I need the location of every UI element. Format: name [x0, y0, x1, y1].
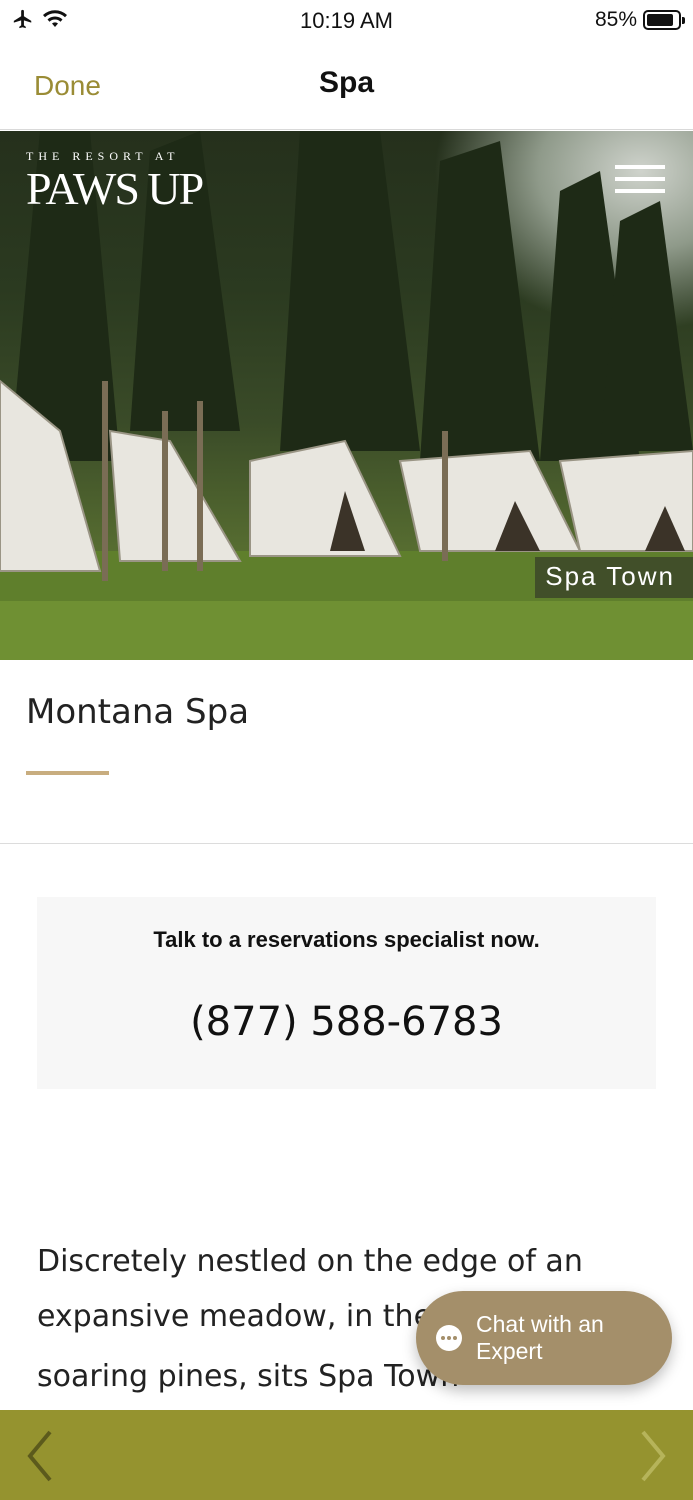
menu-line [615, 165, 665, 169]
body-line: Discretely nestled on the edge of an [37, 1244, 583, 1279]
battery-tip [682, 17, 685, 24]
brand-subtitle: THE RESORT AT [26, 149, 180, 163]
hero-image: THE RESORT AT PAWS UP Spa Town [0, 131, 693, 660]
section-title: Montana Spa [26, 692, 250, 732]
chat-dot [453, 1336, 457, 1340]
section-divider [0, 843, 693, 844]
chevron-right-icon[interactable] [631, 1428, 671, 1484]
body-line-text: soaring pines, sits Spa Town [37, 1359, 460, 1394]
chat-dot [441, 1336, 445, 1340]
chat-dot [447, 1336, 451, 1340]
brand-name: PAWS UP [26, 163, 204, 214]
bottom-toolbar [0, 1410, 693, 1500]
chevron-left-icon[interactable] [22, 1428, 62, 1484]
status-right: 85% [594, 8, 685, 32]
battery-level [647, 14, 673, 26]
menu-line [615, 177, 665, 181]
battery-percent: 85% [594, 8, 637, 31]
menu-line [615, 189, 665, 193]
battery-icon [643, 10, 685, 30]
status-time: 10:19 AM [300, 8, 393, 33]
chat-with-expert-button[interactable]: Chat with an Expert [416, 1291, 672, 1385]
chat-label: Chat with an Expert [476, 1311, 604, 1364]
nav-bar: Done Spa [0, 44, 693, 130]
page-title: Spa [318, 66, 375, 99]
hamburger-menu-icon[interactable] [615, 165, 665, 195]
hero-caption: Spa Town [535, 557, 693, 598]
chat-bubble-icon [436, 1325, 462, 1351]
phone-number-link[interactable]: (877) 588-6783 [37, 999, 656, 1045]
status-bar: 10:19 AM 85% [0, 0, 693, 44]
title-accent-rule [26, 771, 109, 775]
contact-box: Talk to a reservations specialist now. (… [37, 897, 656, 1089]
brand-logo: THE RESORT AT PAWS UP [26, 149, 204, 214]
contact-label: Talk to a reservations specialist now. [153, 927, 540, 952]
